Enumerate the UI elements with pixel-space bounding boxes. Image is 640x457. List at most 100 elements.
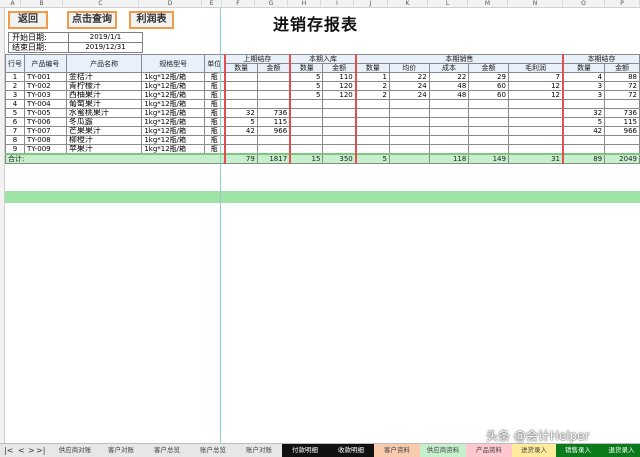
sheet-tab[interactable]: 账户总览 [190,444,236,457]
cell-unit-price[interactable] [389,108,430,118]
cell-in-qty[interactable] [289,99,324,109]
cell-product-unit[interactable]: 瓶 [204,117,226,127]
profit-report-button[interactable]: 利润表 [129,11,174,29]
cell-unit-price[interactable] [389,126,430,136]
cell-sales-amount[interactable] [468,99,509,109]
cell-product-spec[interactable]: 1kg*12瓶/箱 [141,99,206,109]
cell-end-amount[interactable]: 88 [604,72,640,82]
cell-prev-qty[interactable] [223,72,258,82]
cell-product-spec[interactable]: 1kg*12瓶/箱 [141,108,206,118]
cell-in-qty[interactable]: 5 [289,90,324,100]
cell-product-name[interactable]: 金桔汁 [65,72,143,82]
column-letter[interactable]: M [468,0,508,8]
cell-prev-qty[interactable] [223,144,258,155]
cell-product-spec[interactable]: 1kg*12瓶/箱 [141,126,206,136]
cell-prev-qty[interactable]: 42 [223,126,258,136]
column-letter[interactable]: F [222,0,255,8]
sheet-tab[interactable]: 客户对账 [98,444,144,457]
cell-sales-amount[interactable] [468,108,509,118]
cell-gross-profit[interactable] [507,144,564,155]
cell-cost[interactable] [428,108,470,118]
cell-sales-qty[interactable] [354,126,390,136]
query-button[interactable]: 点击查询 [67,11,117,29]
back-button[interactable]: 返回 [8,11,48,29]
cell-cost[interactable] [428,117,470,127]
cell-in-amount[interactable] [322,135,357,145]
cell-unit-price[interactable]: 22 [389,72,430,82]
cell-row-number[interactable]: 7 [5,126,25,136]
cell-product-unit[interactable]: 瓶 [204,99,226,109]
cell-product-name[interactable]: 柳橙汁 [65,135,143,145]
worksheet[interactable]: 返回 点击查询 利润表 进销存报表 开始日期: 2019/1/1 结束日期: 2… [4,8,640,443]
cell-cost[interactable] [428,126,470,136]
cell-sales-qty[interactable] [354,144,390,155]
cell-prev-amount[interactable]: 115 [256,117,291,127]
column-letter[interactable]: J [354,0,388,8]
cell-end-amount[interactable] [604,135,640,145]
cell-sales-amount[interactable]: 29 [468,72,509,82]
cell-product-name[interactable]: 西柚果汁 [65,90,143,100]
cell-in-amount[interactable]: 110 [322,72,357,82]
cell-end-qty[interactable] [562,99,606,109]
cell-prev-qty[interactable] [223,90,258,100]
cell-prev-amount[interactable]: 736 [256,108,291,118]
cell-product-unit[interactable]: 瓶 [204,90,226,100]
sheet-tab[interactable]: 进货录入 [512,444,556,457]
sheet-tab[interactable]: 退货录入 [600,444,640,457]
cell-in-amount[interactable]: 120 [322,81,357,91]
cell-in-amount[interactable] [322,117,357,127]
cell-in-qty[interactable] [289,117,324,127]
cell-product-spec[interactable]: 1kg*12瓶/箱 [141,117,206,127]
cell-in-amount[interactable] [322,99,357,109]
sheet-tab[interactable]: 供应商对账 [52,444,98,457]
cell-cost[interactable]: 48 [428,81,470,91]
cell-end-qty[interactable]: 3 [562,81,606,91]
cell-prev-amount[interactable] [256,90,291,100]
cell-row-number[interactable]: 6 [5,117,25,127]
cell-product-name[interactable]: 芒果果汁 [65,126,143,136]
cell-unit-price[interactable] [389,135,430,145]
column-letter[interactable]: A [5,0,21,8]
start-date-value[interactable]: 2019/1/1 [68,32,143,43]
cell-sales-amount[interactable]: 60 [468,81,509,91]
cell-end-amount[interactable]: 72 [604,81,640,91]
cell-in-qty[interactable] [289,135,324,145]
sheet-tab[interactable]: 收款明细 [328,444,374,457]
column-letter[interactable]: D [139,0,202,8]
cell-in-qty[interactable] [289,126,324,136]
column-letter[interactable]: E [202,0,222,8]
last-sheet-button[interactable]: >| [36,444,45,457]
sheet-tab[interactable]: 销售录入 [556,444,600,457]
next-sheet-button[interactable]: > [28,444,35,457]
cell-sales-amount[interactable] [468,126,509,136]
cell-prev-qty[interactable] [223,81,258,91]
prev-sheet-button[interactable]: < [18,444,25,457]
cell-in-qty[interactable]: 5 [289,81,324,91]
column-letter[interactable]: K [388,0,428,8]
column-letter[interactable]: G [255,0,288,8]
cell-in-amount[interactable] [322,144,357,155]
cell-in-amount[interactable] [322,108,357,118]
cell-product-unit[interactable]: 瓶 [204,126,226,136]
column-letter[interactable]: O [563,0,605,8]
sheet-tab[interactable]: 付款明细 [282,444,328,457]
cell-prev-amount[interactable] [256,81,291,91]
cell-product-code[interactable]: TY-006 [24,117,67,127]
cell-product-code[interactable]: TY-004 [24,99,67,109]
cell-product-code[interactable]: TY-001 [24,72,67,82]
cell-sales-amount[interactable] [468,144,509,155]
cell-cost[interactable] [428,135,470,145]
cell-product-name[interactable]: 葡萄果汁 [65,99,143,109]
cell-unit-price[interactable] [389,99,430,109]
cell-row-number[interactable]: 8 [5,135,25,145]
column-letter[interactable]: N [508,0,563,8]
cell-gross-profit[interactable]: 12 [507,90,564,100]
cell-end-qty[interactable]: 42 [562,126,606,136]
cell-end-qty[interactable]: 3 [562,90,606,100]
cell-gross-profit[interactable]: 7 [507,72,564,82]
cell-prev-amount[interactable] [256,135,291,145]
first-sheet-button[interactable]: |< [4,444,13,457]
column-letter[interactable]: H [288,0,321,8]
cell-product-name[interactable]: 水蜜桃果汁 [65,108,143,118]
sheet-tab[interactable]: 产品资料 [466,444,512,457]
